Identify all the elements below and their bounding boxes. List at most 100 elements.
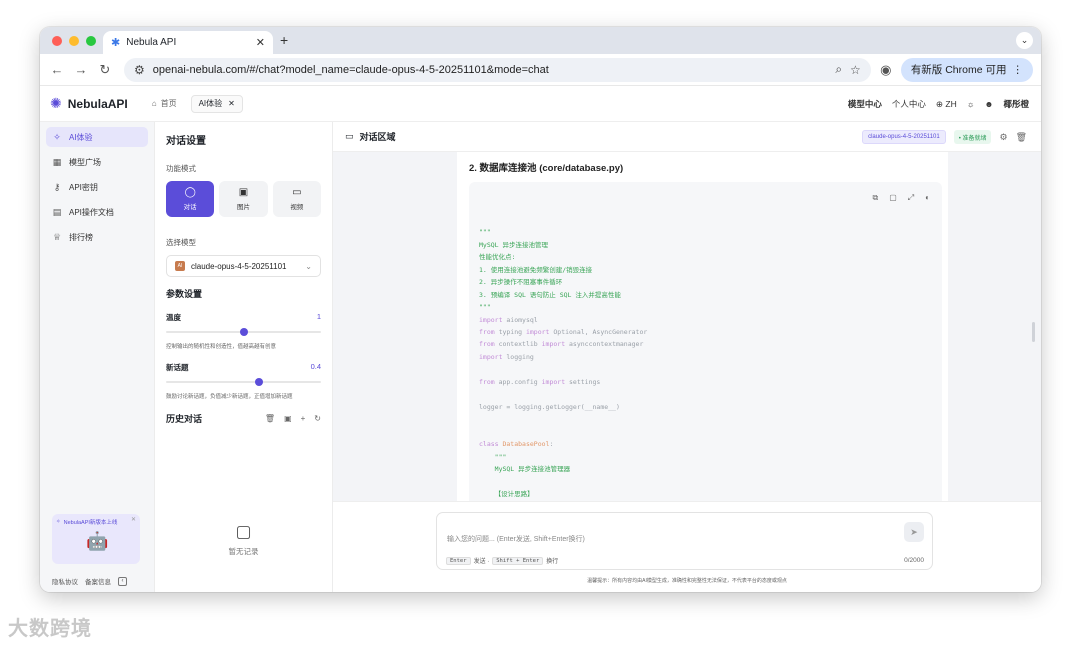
history-title: 历史对话 [166,414,203,424]
record-link[interactable]: 备案信息 [85,576,111,586]
zoom-window-button[interactable] [86,36,96,46]
home-icon[interactable]: ⌂ [152,99,157,108]
close-window-button[interactable] [52,36,62,46]
sidebar-footer: 隐私协议 备案信息 ‹ [52,576,127,586]
brand-name: NebulaAPI [67,96,128,111]
new-tab-icon[interactable]: + [280,32,288,48]
composer: 输入您的问题... (Enter发送, Shift+Enter换行) ➤ Ent… [333,501,1041,592]
topic-slider[interactable] [166,378,321,386]
code-line: 【设计思路】 [479,489,534,498]
settings-gear-icon[interactable]: ⚙ [999,132,1007,143]
mode-chat-button[interactable]: ◯ 对话 [166,181,215,217]
add-icon[interactable]: + [301,414,306,423]
bookmark-star-icon[interactable]: ☆ [850,63,861,77]
model-select[interactable]: AI claude-opus-4-5-20251101 ⌄ [166,255,321,277]
temperature-slider[interactable] [166,328,321,336]
tab-title: Nebula API [126,37,177,48]
mode-video-button[interactable]: ▭ 视频 [272,181,321,217]
sidebar-item-ai-experience[interactable]: ✧ AI体验 [46,127,148,147]
send-icon[interactable]: ➤ [904,522,924,542]
minimize-window-button[interactable] [69,36,79,46]
slider-handle[interactable] [239,328,248,336]
refresh-icon[interactable]: ↻ [314,414,321,423]
language-label: ZH [945,98,957,109]
personal-center-link[interactable]: 个人中心 [892,98,926,110]
save-icon[interactable]: ▣ [284,414,292,423]
topic-row: 新话题 0.4 [166,362,321,373]
sidebar-item-model-square[interactable]: ▦ 模型广场 [46,152,148,172]
tab-strip: ✱ Nebula API ✕ + ⌄ [40,27,1041,54]
browser-tab[interactable]: ✱ Nebula API ✕ [103,31,273,54]
language-switch[interactable]: ⊕ ZH [936,99,957,110]
back-icon[interactable]: ← [48,62,66,77]
profile-icon[interactable]: ◉ [877,62,895,78]
promo-close-icon[interactable]: ✕ [131,516,136,523]
avatar[interactable]: ☻ [985,99,994,109]
zoom-icon[interactable]: ⌕ [835,62,842,77]
app-header: ✺ NebulaAPI ⌂ 首页 AI体验 ✕ 模型中心 个人中心 ⊕ ZH ☼… [40,86,1041,122]
mode-image-button[interactable]: ▣ 图片 [219,181,268,217]
home-crumb[interactable]: 首页 [161,98,177,109]
theme-toggle-icon[interactable]: ☼ [967,99,975,109]
history-empty-state: ▢ 暂无记录 [155,522,332,557]
sidebar-item-api-keys[interactable]: ⚷ API密钥 [46,177,148,197]
model-tag: claude-opus-4-5-20251101 [862,130,946,144]
address-bar[interactable]: ⚙ openai-nebula.com/#/chat?model_name=cl… [124,57,871,82]
chat-header-actions: claude-opus-4-5-20251101 • 准备就绪 ⚙ 🗑 [862,122,1027,152]
status-badge: • 准备就绪 [953,130,992,144]
user-name[interactable]: 椰彤橙 [1003,98,1029,110]
chat-icon: ◯ [184,187,196,198]
scrollbar[interactable] [1032,322,1035,342]
more-menu-icon[interactable]: ⋮ [1013,64,1024,76]
collapse-sidebar-icon[interactable]: ‹ [118,576,127,586]
message-input[interactable]: 输入您的问题... (Enter发送, Shift+Enter换行) ➤ Ent… [436,512,933,570]
tab-close-icon[interactable]: ✕ [256,36,265,49]
temperature-value: 1 [316,312,321,321]
settings-title: 对话设置 [166,136,206,147]
code-line: """ [479,303,491,312]
copy-icon[interactable]: ⧉ [872,192,878,204]
clear-chat-icon[interactable]: 🗑 [1016,132,1027,143]
privacy-link[interactable]: 隐私协议 [52,576,78,586]
chat-area-title: 对话区域 [359,132,396,142]
comment-icon[interactable]: ▢ [889,192,897,204]
model-center-link[interactable]: 模型中心 [848,98,882,110]
code-line: import aiomysql [479,315,538,324]
sidebar-item-label: API密钥 [69,182,98,192]
trophy-icon: ♕ [52,231,62,242]
promo-text: NebulaAPI新版本上线 [63,520,118,526]
nebula-logo-icon: ✺ [50,95,62,111]
keyboard-hint: Enter 发送 · Shift + Enter 换行 [446,556,558,565]
slider-handle[interactable] [255,378,263,386]
site-info-icon[interactable]: ⚙ [134,63,145,77]
tab-search-chevron-icon[interactable]: ⌄ [1016,32,1033,49]
brand-logo[interactable]: ✺ NebulaAPI [50,95,128,112]
grid-icon: ▦ [52,156,62,167]
chrome-update-button[interactable]: 有新版 Chrome 可用 ⋮ [900,57,1033,82]
sidebar-item-api-docs[interactable]: ▤ API操作文档 [46,202,148,222]
code-line: 性能优化点: [479,253,516,262]
settings-panel: 对话设置 功能模式 ◯ 对话 ▣ 图片 ▭ 视频 选择模型 AI claude-… [155,122,333,592]
slider-track[interactable] [166,381,321,383]
close-page-tab-icon[interactable]: ✕ [228,99,235,108]
expand-icon[interactable]: ⤢ [908,192,914,204]
code-line: 1. 使用连接池避免频繁创建/销毁连接 [479,265,593,274]
image-icon: ▣ [238,187,249,198]
char-count: 0/2000 [904,557,924,564]
open-page-tab-label: AI体验 [198,99,223,108]
open-page-tab[interactable]: AI体验 ✕ [190,94,243,113]
history-header: 历史对话 🗑 ▣ + ↻ [166,412,321,425]
sidebar-item-label: API操作文档 [69,207,114,217]
code-line: logger = logging.getLogger(__name__) [479,402,620,411]
promo-card[interactable]: ✧ NebulaAPI新版本上线 ✕ 🤖 [52,514,140,564]
sparkle-icon: ✧ [53,131,61,142]
forward-icon[interactable]: → [72,62,90,77]
delete-icon[interactable]: 🗑 [265,414,275,423]
sidebar-item-leaderboard[interactable]: ♕ 排行榜 [46,227,148,247]
reload-icon[interactable]: ↻ [96,62,114,78]
theme-icon[interactable]: ◐ [925,192,930,204]
params-title: 参数设置 [166,289,203,299]
